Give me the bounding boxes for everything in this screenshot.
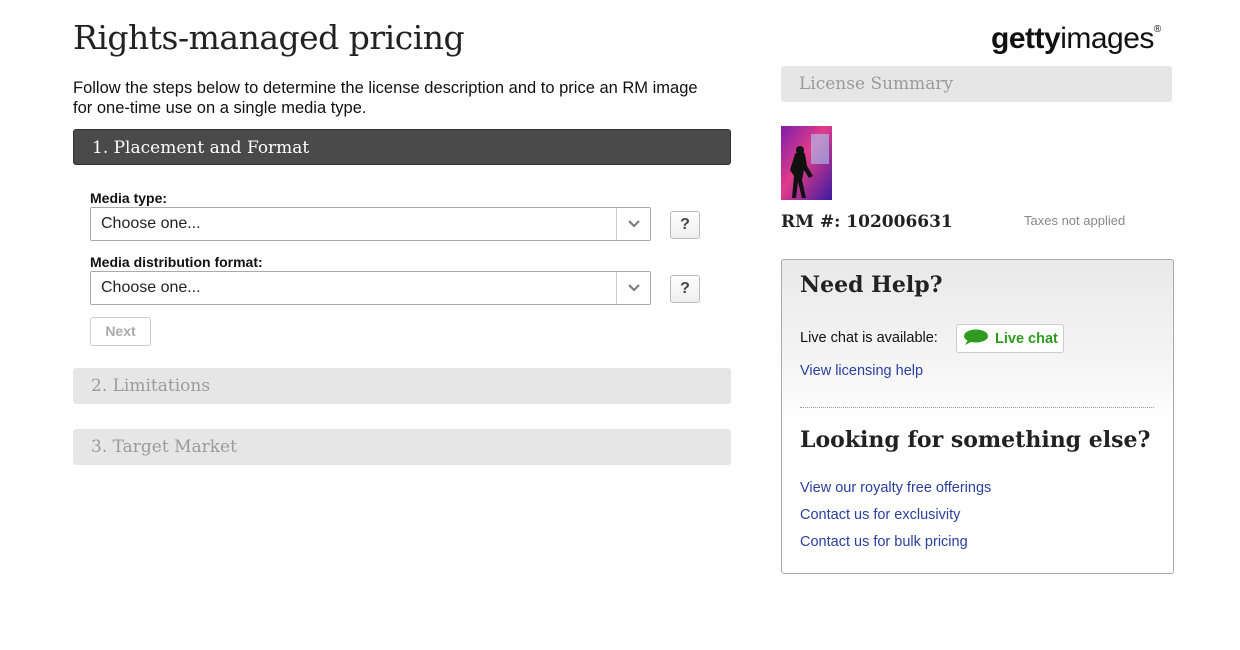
media-type-help-button[interactable]: ? xyxy=(670,211,700,239)
exclusivity-link[interactable]: Contact us for exclusivity xyxy=(800,507,960,523)
logo-registered-mark: ® xyxy=(1153,24,1161,35)
next-button[interactable]: Next xyxy=(90,317,151,346)
need-help-title: Need Help? xyxy=(800,272,943,298)
license-summary-header: License Summary xyxy=(781,66,1172,102)
step-placement-format[interactable]: 1. Placement and Format xyxy=(73,129,731,165)
logo-bold-text: getty xyxy=(991,22,1061,55)
getty-images-logo[interactable]: gettyimages® xyxy=(991,22,1161,56)
live-chat-label: Live chat is available: xyxy=(800,330,938,346)
media-type-label: Media type: xyxy=(90,190,168,206)
step-target-market[interactable]: 3. Target Market xyxy=(73,429,731,465)
distribution-format-value: Choose one... xyxy=(101,279,201,296)
distribution-format-label: Media distribution format: xyxy=(90,254,263,270)
chevron-down-icon xyxy=(616,208,650,240)
help-panel: Need Help? Live chat is available: Live … xyxy=(781,259,1174,574)
live-chat-button-label: Live chat xyxy=(995,330,1058,347)
licensing-help-link[interactable]: View licensing help xyxy=(800,363,923,379)
step-limitations[interactable]: 2. Limitations xyxy=(73,368,731,404)
page-title: Rights-managed pricing xyxy=(73,18,465,57)
logo-light-text: images xyxy=(1060,22,1154,55)
rm-number: RM #: 102006631 xyxy=(781,212,953,232)
image-thumbnail[interactable] xyxy=(781,126,832,200)
divider xyxy=(800,407,1154,408)
tax-note: Taxes not applied xyxy=(1024,213,1126,228)
speech-bubble-icon xyxy=(963,329,989,349)
distribution-format-select[interactable]: Choose one... xyxy=(90,271,651,305)
intro-text: Follow the steps below to determine the … xyxy=(73,78,738,118)
bulk-pricing-link[interactable]: Contact us for bulk pricing xyxy=(800,534,968,550)
media-type-value: Choose one... xyxy=(101,215,201,232)
chevron-down-icon xyxy=(616,272,650,304)
live-chat-button[interactable]: Live chat xyxy=(956,324,1064,353)
intro-line-2: for one-time use on a single media type. xyxy=(73,99,367,117)
distribution-format-help-button[interactable]: ? xyxy=(670,275,700,303)
intro-line-1: Follow the steps below to determine the … xyxy=(73,79,698,97)
media-type-select[interactable]: Choose one... xyxy=(90,207,651,241)
looking-else-title: Looking for something else? xyxy=(800,427,1151,453)
royalty-free-link[interactable]: View our royalty free offerings xyxy=(800,480,991,496)
